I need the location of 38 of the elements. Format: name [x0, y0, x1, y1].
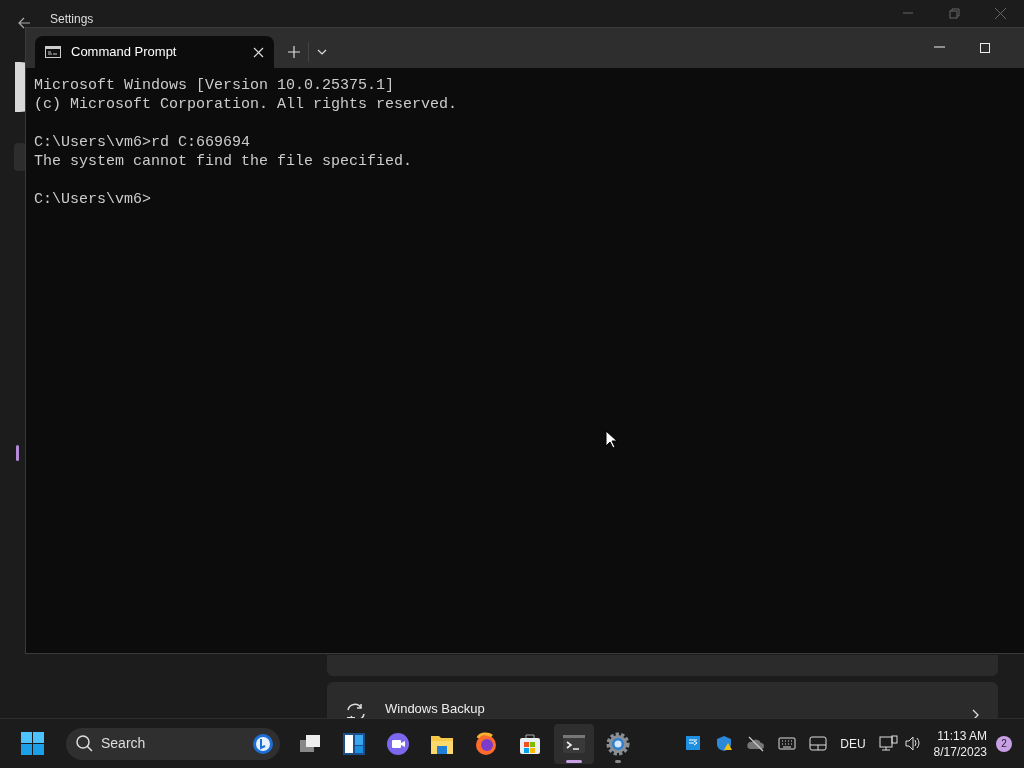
video-chat-icon — [386, 731, 410, 756]
speaker-icon[interactable] — [903, 735, 921, 752]
store-icon — [518, 731, 542, 756]
window-title: Settings — [50, 12, 94, 26]
clock-time: 11:13 AM — [936, 727, 987, 744]
clock-date: 8/17/2023 — [933, 743, 987, 760]
taskbar-app[interactable] — [554, 723, 594, 764]
console-icon — [45, 46, 61, 58]
search-placeholder: Search — [101, 734, 147, 753]
search-field[interactable]: Search — [66, 727, 280, 760]
card-title: Windows Backup — [385, 700, 485, 718]
keyboard-icon[interactable] — [778, 735, 797, 752]
pointer-icon — [605, 430, 619, 450]
windows-logo-icon — [20, 732, 44, 755]
search-icon — [76, 735, 93, 752]
console-line: (c) Microsoft Corporation. All rights reserved. — [34, 95, 459, 114]
back-icon[interactable] — [16, 17, 32, 29]
running-indicator — [615, 759, 621, 763]
gear-icon — [606, 731, 630, 756]
terminal-tab[interactable]: Command Prompt — [35, 36, 274, 68]
network-icon[interactable] — [878, 735, 898, 752]
tab-label: Command Prompt — [71, 43, 177, 62]
console-line: C:\Users\vm6> — [34, 190, 153, 209]
selection-indicator — [16, 445, 19, 461]
running-indicator — [566, 759, 582, 763]
plus-icon[interactable] — [288, 46, 300, 58]
caret-icon[interactable] — [317, 49, 327, 55]
console-line: Microsoft Windows [Version 10.0.25375.1] — [34, 76, 396, 95]
cloud-off-icon[interactable] — [747, 735, 766, 752]
maximize-icon[interactable] — [980, 43, 990, 53]
console-line: C:\Users\vm6>rd C:669694 — [34, 133, 252, 152]
browser-icon — [474, 731, 498, 756]
touchpad-icon[interactable] — [809, 735, 828, 752]
widgets-icon — [342, 731, 366, 756]
security-warning-icon[interactable] — [716, 735, 735, 752]
console-line: The system cannot find the file specified. — [34, 152, 414, 171]
notification-badge[interactable]: 2 — [996, 735, 1012, 752]
chat-bubble-icon[interactable] — [252, 732, 274, 755]
